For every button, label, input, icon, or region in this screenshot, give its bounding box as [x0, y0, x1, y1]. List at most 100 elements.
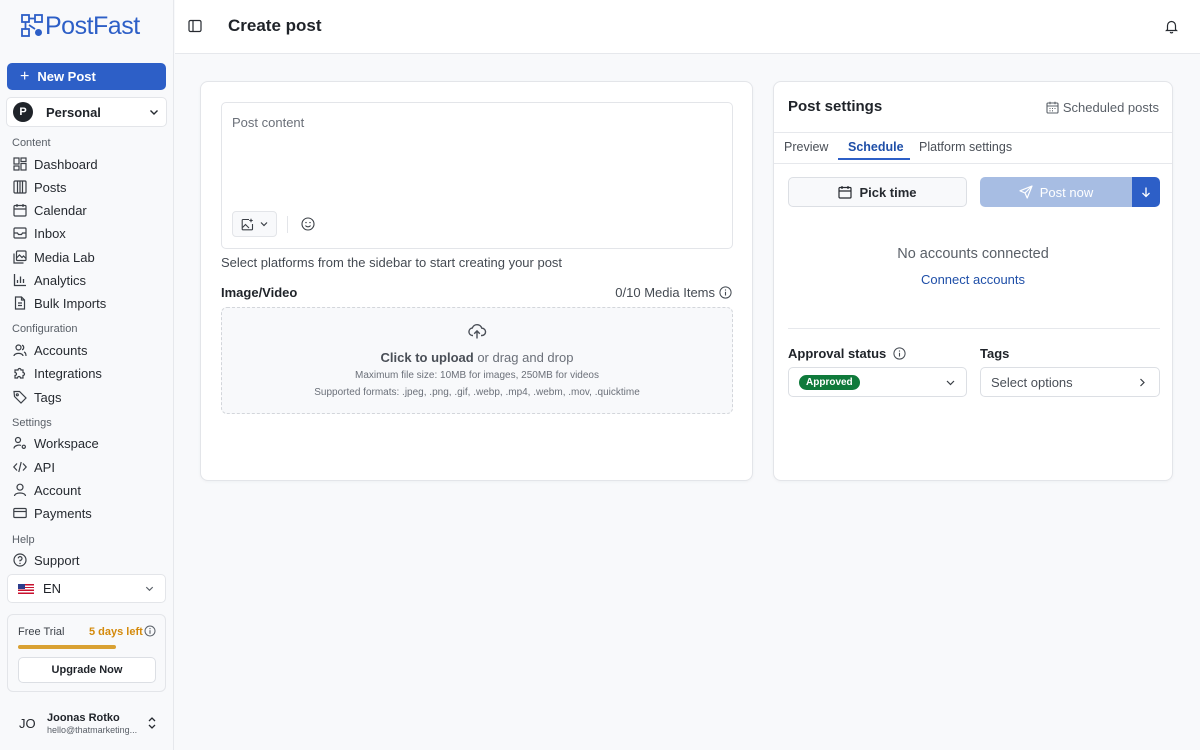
media-count: 0/10 Media Items: [615, 285, 732, 300]
sidebar-item-account[interactable]: Account: [13, 481, 81, 499]
sidebar-item-dashboard[interactable]: Dashboard: [13, 155, 98, 173]
section-label-settings: Settings: [12, 417, 52, 429]
sidebar-item-label: Posts: [34, 179, 67, 195]
send-icon: [1019, 185, 1033, 199]
post-editor-card: Post content Select platforms from the s…: [200, 81, 753, 481]
credit-card-icon: [13, 507, 27, 519]
sidebar-item-label: Calendar: [34, 202, 87, 218]
workspace-name: Personal: [46, 104, 101, 120]
tag-icon: [13, 390, 27, 404]
sidebar-item-label: Media Lab: [34, 249, 95, 265]
emoji-icon[interactable]: [301, 217, 315, 231]
upgrade-now-button[interactable]: Upgrade Now: [18, 657, 156, 683]
click-to-upload-link[interactable]: Click to upload: [381, 350, 474, 365]
post-now-button[interactable]: Post now: [980, 177, 1132, 207]
image-plus-icon: [241, 218, 253, 230]
drag-drop-text: or drag and drop: [473, 350, 574, 365]
analytics-icon: [13, 274, 26, 287]
sidebar-toggle-icon[interactable]: [188, 19, 202, 33]
posts-icon: [13, 180, 27, 194]
help-circle-icon: [13, 553, 27, 567]
sidebar-item-tags[interactable]: Tags: [13, 388, 61, 406]
post-now-label: Post now: [1039, 184, 1094, 200]
dashboard-icon: [13, 157, 27, 171]
sidebar-item-api[interactable]: API: [13, 458, 55, 476]
info-icon[interactable]: [144, 625, 156, 637]
workspace-selector[interactable]: P Personal: [6, 97, 167, 127]
sidebar-item-bulk-imports[interactable]: Bulk Imports: [13, 294, 106, 312]
scheduled-posts-link[interactable]: Scheduled posts: [1046, 100, 1159, 115]
sidebar-item-support[interactable]: Support: [13, 551, 80, 569]
divider: [788, 328, 1160, 329]
post-now-options-button[interactable]: [1132, 177, 1160, 207]
sidebar-item-label: Integrations: [34, 365, 102, 381]
code-icon: [13, 461, 27, 473]
inbox-icon: [13, 227, 27, 239]
post-content-editor[interactable]: Post content: [221, 102, 733, 249]
chevron-down-icon: [150, 110, 158, 115]
plus-icon: +: [20, 67, 30, 85]
chevron-down-icon: [260, 222, 267, 227]
toolbar-divider: [287, 216, 288, 233]
bell-icon[interactable]: [1164, 19, 1179, 34]
tab-preview[interactable]: Preview: [784, 140, 828, 154]
info-icon[interactable]: [719, 286, 732, 299]
cloud-upload-icon: [468, 324, 487, 339]
add-media-button[interactable]: [232, 211, 277, 237]
media-lab-icon: [13, 250, 27, 264]
tags-select[interactable]: Select options: [980, 367, 1160, 397]
approval-status-select[interactable]: Approved: [788, 367, 967, 397]
tags-placeholder: Select options: [991, 375, 1073, 390]
sidebar-item-label: Analytics: [34, 272, 87, 288]
sidebar-item-calendar[interactable]: Calendar: [13, 201, 87, 219]
sidebar-item-inbox[interactable]: Inbox: [13, 224, 66, 242]
sidebar-item-label: Accounts: [34, 342, 88, 358]
media-section-label: Image/Video: [221, 285, 298, 300]
sidebar-item-posts[interactable]: Posts: [13, 178, 67, 196]
calendar-icon: [1046, 101, 1059, 114]
info-icon[interactable]: [893, 347, 906, 360]
trial-days-left: 5 days left: [89, 626, 143, 638]
post-settings-title: Post settings: [788, 98, 883, 115]
file-import-icon: [14, 296, 26, 310]
sidebar: PostFast + New Post P Personal Content D…: [0, 0, 174, 750]
approval-status-text: Approval status: [788, 346, 887, 361]
calendar-icon: [13, 204, 27, 217]
tab-schedule[interactable]: Schedule: [848, 140, 904, 154]
top-bar: Create post: [175, 0, 1200, 54]
sidebar-item-payments[interactable]: Payments: [13, 504, 92, 522]
sidebar-item-media-lab[interactable]: Media Lab: [13, 248, 95, 266]
new-post-label: New Post: [37, 69, 96, 84]
pick-time-button[interactable]: Pick time: [788, 177, 967, 207]
tags-label: Tags: [980, 346, 1010, 361]
sidebar-item-accounts[interactable]: Accounts: [13, 341, 87, 359]
user-cog-icon: [13, 436, 26, 449]
sidebar-item-integrations[interactable]: Integrations: [13, 364, 102, 382]
logo-text: PostFast: [45, 12, 140, 40]
active-tab-indicator: [838, 158, 910, 160]
language-selector[interactable]: EN: [7, 574, 166, 603]
user-email: hello@thatmarketing...: [47, 725, 138, 735]
user-menu[interactable]: JO Joonas Rotko hello@thatmarketing...: [0, 708, 174, 738]
language-code: EN: [43, 581, 62, 596]
sidebar-item-workspace[interactable]: Workspace: [13, 434, 99, 452]
divider: [774, 163, 1172, 164]
new-post-button[interactable]: + New Post: [7, 63, 166, 90]
dropzone-main-text: Click to upload or drag and drop: [222, 350, 732, 365]
logo-mark-icon: [21, 14, 43, 37]
chevron-right-icon: [1140, 378, 1145, 387]
connect-accounts-link[interactable]: Connect accounts: [774, 272, 1172, 287]
user-name: Joonas Rotko: [47, 712, 120, 724]
media-dropzone[interactable]: Click to upload or drag and drop Maximum…: [221, 307, 733, 414]
tab-platform-settings[interactable]: Platform settings: [919, 140, 1012, 154]
divider: [774, 132, 1172, 133]
postfast-logo[interactable]: PostFast: [20, 13, 140, 39]
media-count-text: 0/10 Media Items: [615, 285, 715, 300]
puzzle-icon: [14, 367, 26, 379]
sidebar-item-label: API: [34, 459, 55, 475]
sidebar-item-label: Payments: [34, 505, 92, 521]
sidebar-item-analytics[interactable]: Analytics: [13, 271, 86, 289]
section-label-content: Content: [12, 137, 51, 149]
users-icon: [13, 344, 27, 357]
user-icon: [13, 483, 27, 497]
